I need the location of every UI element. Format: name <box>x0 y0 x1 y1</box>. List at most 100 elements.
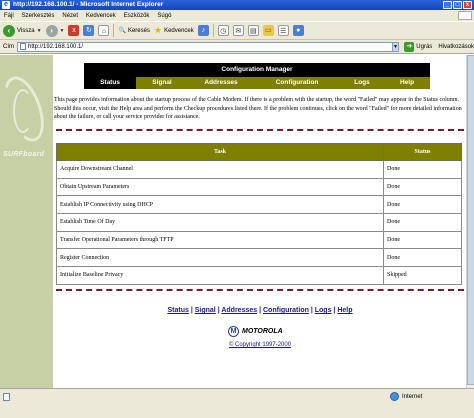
menu-tools[interactable]: Eszközök <box>124 13 150 19</box>
motorola-logo: M MOTOROLA <box>228 326 283 337</box>
task-cell: Establish Time Of Day <box>56 213 384 232</box>
table-row: Transfer Operational Parameters through … <box>56 230 462 250</box>
table-row: Establish Time Of Day Done <box>56 213 462 232</box>
footer-nav: Status | Signal | Addresses | Configurat… <box>54 307 466 314</box>
star-icon: ★ <box>153 25 163 35</box>
status-cell: Skipped <box>383 266 462 285</box>
sidebar: SURFboard <box>0 55 53 388</box>
toolbar: ‹ Vissza ▼ › ▼ x ↻ ⌂ 🔍 Keresés ★ Kedvenc… <box>0 21 474 40</box>
page-done-icon <box>3 393 10 401</box>
stop-icon[interactable]: x <box>68 25 80 36</box>
history-icon[interactable]: ◷ <box>217 25 229 36</box>
minimize-button[interactable]: _ <box>443 1 452 9</box>
status-cell: Done <box>383 177 462 197</box>
mail-icon[interactable]: ✉ <box>232 25 244 36</box>
page-content: SURFboard Configuration Manager Status S… <box>0 55 474 388</box>
address-label: Cím <box>3 43 14 50</box>
address-value: http://192.168.100.1/ <box>28 43 84 50</box>
motorola-wordmark: MOTOROLA <box>242 328 283 335</box>
column-header-status: Status <box>383 143 462 161</box>
surfboard-logo: SURFboard <box>0 71 52 165</box>
task-cell: Acquire Downstream Channel <box>56 160 384 179</box>
toolbar-separator <box>113 24 115 37</box>
toolbar-separator <box>212 24 214 37</box>
tab-status[interactable]: Status <box>84 77 136 89</box>
task-cell: Establish IP Connectivity using DHCP <box>56 195 384 215</box>
footer-link-help[interactable]: Help <box>337 307 352 314</box>
footer-link-logs[interactable]: Logs <box>315 307 332 314</box>
table-row: Obtain Upstream Parameters Done <box>56 177 462 197</box>
print-icon[interactable]: ▤ <box>247 25 259 36</box>
footer-link-status[interactable]: Status <box>167 307 188 314</box>
messenger-icon[interactable]: ● <box>292 25 304 36</box>
back-arrow-icon: ‹ <box>3 24 15 37</box>
address-bar: Cím http://192.168.100.1/ ▼ ➔ Ugrás Hiva… <box>0 40 474 54</box>
address-input[interactable]: http://192.168.100.1/ <box>17 41 393 52</box>
security-zone: Internet <box>390 392 422 401</box>
motorola-batwing-icon: M <box>228 326 239 337</box>
tab-help[interactable]: Help <box>384 77 430 89</box>
task-cell: Register Connection <box>56 248 384 268</box>
task-cell: Initialize Baseline Privacy <box>56 266 384 285</box>
forward-button[interactable]: › ▼ <box>45 24 65 37</box>
logo-text: SURFboard <box>3 151 45 158</box>
table-row: Establish IP Connectivity using DHCP Don… <box>56 195 462 215</box>
window-title: http://192.168.100.1/ - Microsoft Intern… <box>13 1 164 8</box>
copyright-link[interactable]: © Copyright 1997-2000 <box>54 342 466 348</box>
go-arrow-icon: ➔ <box>404 41 415 52</box>
discuss-icon[interactable]: ☰ <box>277 25 289 36</box>
status-bar: Internet <box>0 388 474 418</box>
intro-text: This page provides information about the… <box>54 97 462 120</box>
search-button[interactable]: 🔍 Keresés <box>118 27 150 35</box>
refresh-icon[interactable]: ↻ <box>83 25 95 36</box>
task-cell: Obtain Upstream Parameters <box>56 177 384 197</box>
links-button[interactable]: Hivatkozások <box>438 44 474 50</box>
windows-logo-icon <box>458 11 472 20</box>
scrollbar-thumb[interactable] <box>467 55 474 385</box>
table-row: Acquire Downstream Channel Done <box>56 160 462 179</box>
go-button[interactable]: ➔ Ugrás <box>404 41 433 52</box>
chevron-down-icon[interactable]: ▼ <box>60 28 65 34</box>
menu-help[interactable]: Súgó <box>157 13 171 19</box>
status-cell: Done <box>383 248 462 268</box>
folder-icon[interactable]: ▭ <box>262 25 274 36</box>
tab-addresses[interactable]: Addresses <box>188 77 254 89</box>
window-controls: _ □ x <box>443 1 472 9</box>
divider-bottom <box>56 289 464 291</box>
favorites-label: Kedvencek <box>164 27 194 34</box>
page-icon <box>20 43 26 50</box>
divider-top <box>56 129 464 131</box>
footer-link-addresses[interactable]: Addresses <box>221 307 257 314</box>
tab-configuration[interactable]: Configuration <box>254 77 340 89</box>
menu-favorites[interactable]: Kedvencek <box>86 13 116 19</box>
status-cell: Done <box>383 213 462 232</box>
zone-label: Internet <box>402 393 423 400</box>
menu-view[interactable]: Nézet <box>62 13 78 19</box>
table-row: Initialize Baseline Privacy Skipped <box>56 266 462 285</box>
menu-file[interactable]: Fájl <box>4 13 14 19</box>
menu-edit[interactable]: Szerkesztés <box>22 13 55 19</box>
maximize-button[interactable]: □ <box>453 1 462 9</box>
page-title: Configuration Manager <box>84 63 430 77</box>
home-icon[interactable]: ⌂ <box>98 25 110 36</box>
footer-link-signal[interactable]: Signal <box>195 307 216 314</box>
startup-tasks-table: Task Status Acquire Downstream Channel D… <box>56 143 462 285</box>
back-button[interactable]: ‹ Vissza ▼ <box>3 24 42 37</box>
internet-globe-icon <box>390 392 399 401</box>
forward-arrow-icon: › <box>45 24 58 37</box>
address-dropdown-icon[interactable]: ▼ <box>391 41 400 52</box>
back-label: Vissza <box>17 27 35 34</box>
vertical-scrollbar[interactable] <box>466 55 474 388</box>
go-label: Ugrás <box>416 43 433 50</box>
favorites-button[interactable]: ★ Kedvencek <box>154 25 194 36</box>
search-icon: 🔍 <box>118 28 126 34</box>
media-icon[interactable]: ♪ <box>197 25 209 36</box>
close-button[interactable]: x <box>463 1 472 9</box>
logo-swirl-inner <box>13 89 33 133</box>
window-titlebar: e http://192.168.100.1/ - Microsoft Inte… <box>0 0 474 10</box>
search-label: Keresés <box>127 27 150 34</box>
chevron-down-icon[interactable]: ▼ <box>37 28 42 34</box>
tab-signal[interactable]: Signal <box>136 77 188 89</box>
footer-link-configuration[interactable]: Configuration <box>263 307 309 314</box>
tab-logs[interactable]: Logs <box>340 77 384 89</box>
